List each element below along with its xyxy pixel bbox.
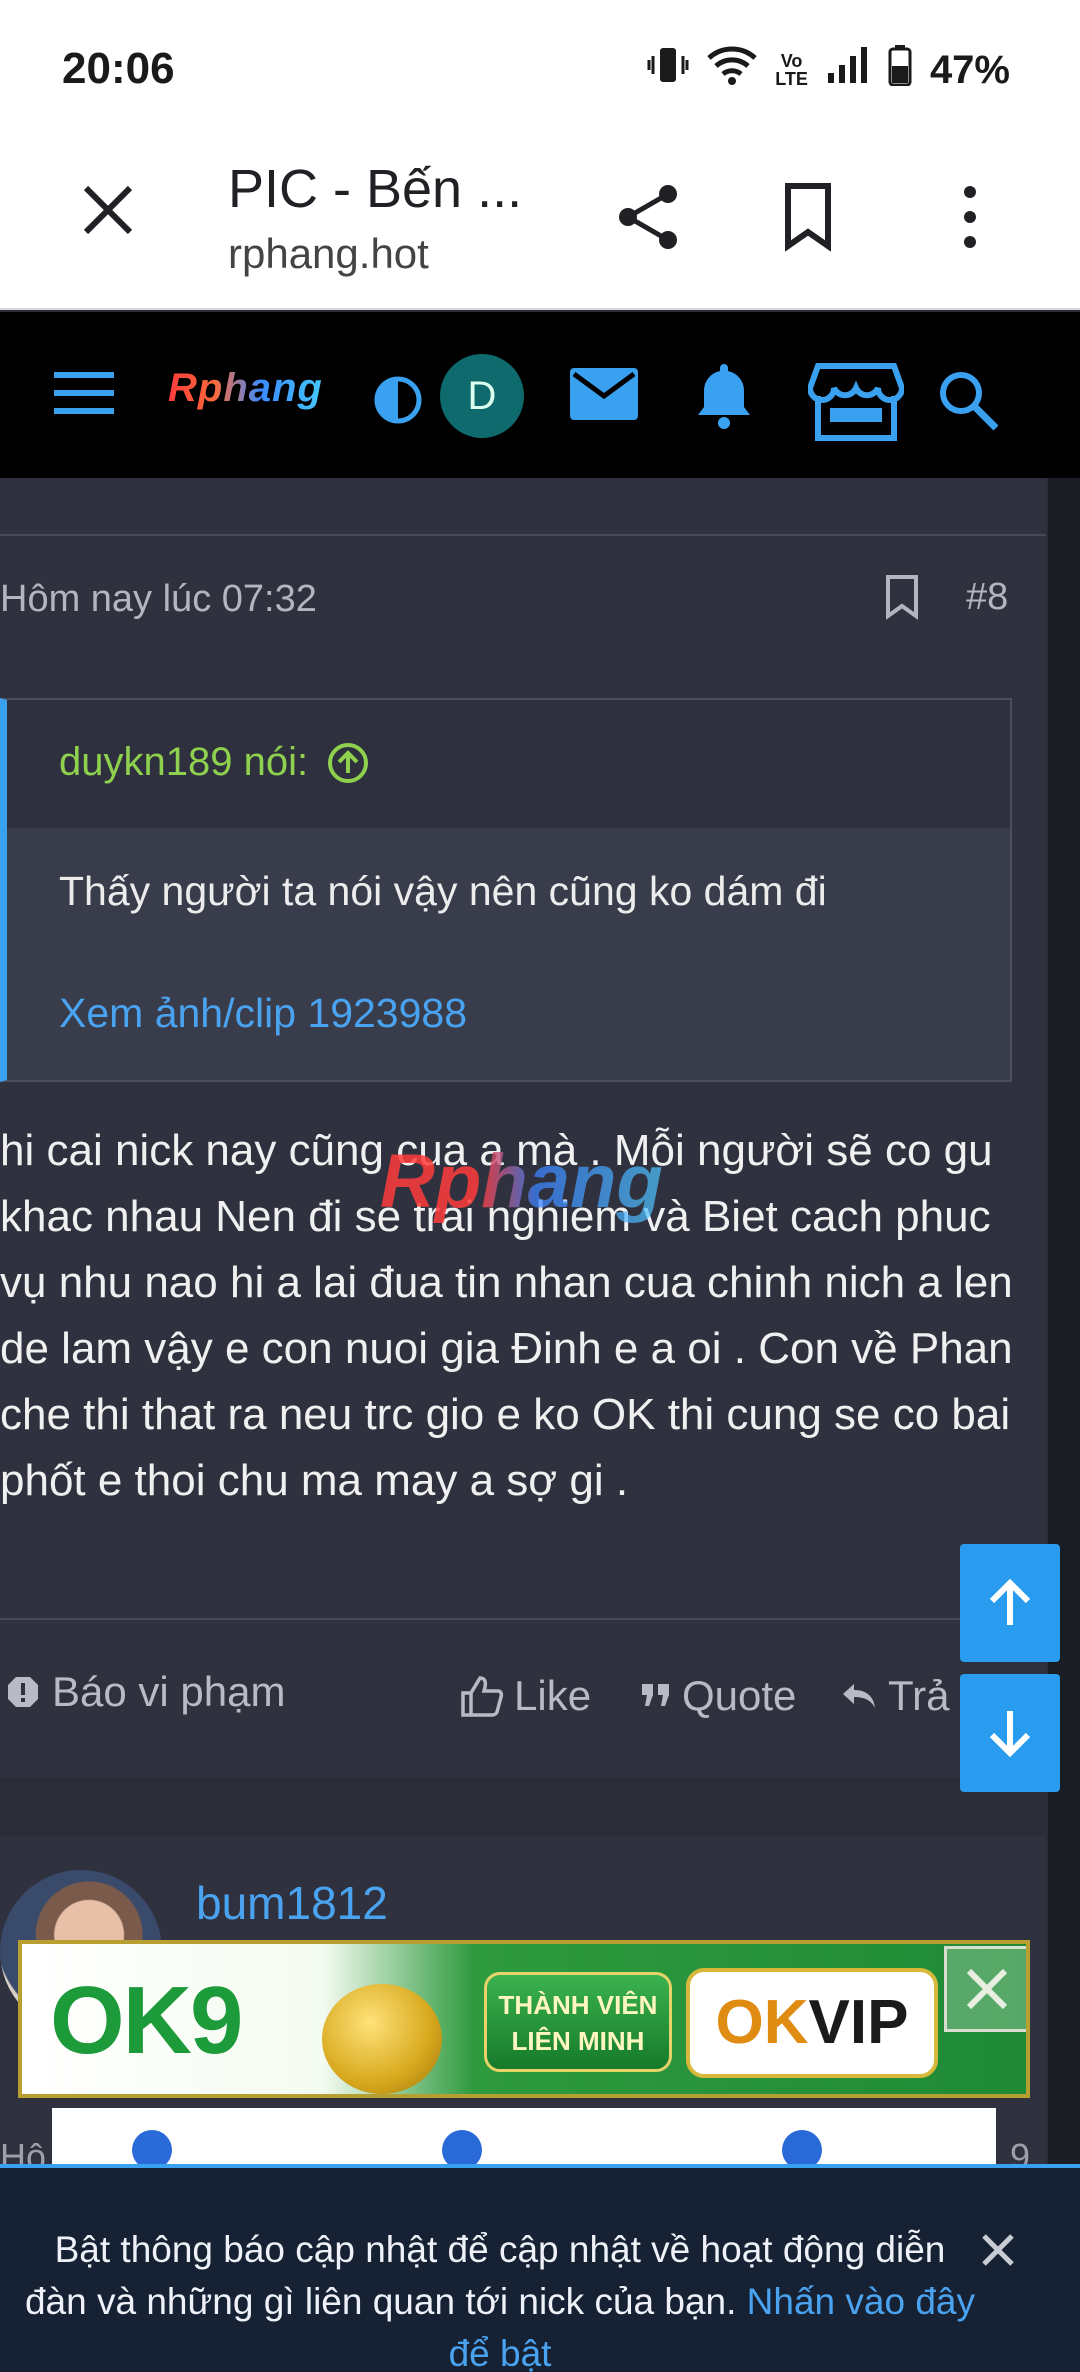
wifi-icon	[707, 44, 757, 96]
notification-message: Bật thông báo cập nhật để cập nhật về ho…	[20, 2224, 980, 2372]
contrast-icon	[374, 376, 422, 424]
signal-icon	[826, 45, 870, 95]
hamburger-icon	[54, 372, 114, 414]
status-bar: 20:06 Vo LTE 47%	[0, 0, 1080, 140]
site-logo[interactable]: Rphang	[168, 366, 323, 411]
reply-icon	[843, 1684, 875, 1708]
drop-icon	[433, 2121, 491, 2168]
arrow-up-circle-icon	[328, 742, 369, 783]
watermark-logo: Rphang	[380, 1139, 663, 1224]
reply-label: Trả	[888, 1672, 950, 1719]
ad-member-line1: THÀNH VIÊN	[498, 1990, 658, 2020]
drop-icon	[123, 2121, 181, 2168]
notification-close-button[interactable]	[976, 2228, 1020, 2277]
search-button[interactable]	[936, 368, 1000, 437]
divider	[0, 1618, 1046, 1620]
post-date[interactable]: Hôm nay lúc 07:32	[0, 578, 317, 621]
ad-vip-ok: OK	[715, 1988, 809, 2057]
close-icon	[966, 1968, 1008, 2010]
battery-icon	[888, 44, 912, 96]
browser-toolbar: PIC - Bến ... rphang.hot	[0, 140, 1080, 310]
volte-top-label: Vo	[780, 51, 803, 71]
like-label: Like	[514, 1672, 592, 1719]
post-bookmark-button[interactable]	[884, 574, 920, 625]
quote-text: Thấy người ta nói vậy nên cũng ko dám đi	[59, 868, 827, 914]
quote-author: duykn189 nói:	[59, 740, 309, 784]
page-title: PIC - Bến ...	[228, 159, 523, 219]
scroll-bottom-button[interactable]	[960, 1674, 1060, 1792]
arrow-down-icon	[989, 1711, 1031, 1758]
forum-post: Hôm nay lúc 07:32 #8 duykn189 nói: Thấy …	[0, 478, 1046, 1778]
messages-button[interactable]	[568, 366, 640, 427]
quote-label: Quote	[682, 1672, 797, 1719]
ad-banner[interactable]: OK9 THÀNH VIÊN LIÊN MINH OKVIP	[18, 1940, 1030, 2098]
share-icon	[619, 185, 677, 249]
coin-graphic	[322, 1984, 442, 2094]
ad-member-line2: LIÊN MINH	[511, 2026, 645, 2056]
ad-banner-secondary[interactable]	[52, 2108, 996, 2168]
ad-vip-text: VIP	[808, 1988, 909, 2057]
mail-icon	[570, 368, 638, 420]
push-notification-prompt: Bật thông báo cập nhật để cập nhật về ho…	[0, 2164, 1080, 2372]
quote-block: duykn189 nói: Thấy người ta nói vậy nên …	[0, 698, 1012, 1082]
ad-vip-badge: OKVIP	[686, 1968, 938, 2078]
status-icons: Vo LTE 47%	[647, 44, 1010, 96]
store-icon	[806, 363, 906, 441]
more-vert-icon	[964, 186, 976, 248]
quote-icon	[642, 1684, 669, 1706]
theme-toggle[interactable]	[372, 374, 424, 431]
ad-member-badge: THÀNH VIÊN LIÊN MINH	[484, 1972, 672, 2072]
alert-icon	[8, 1677, 38, 1707]
store-button[interactable]	[806, 362, 906, 447]
status-time: 20:06	[62, 44, 175, 93]
search-icon	[940, 372, 999, 431]
report-label: Báo vi phạm	[52, 1668, 286, 1715]
arrow-up-icon	[989, 1578, 1031, 1625]
like-button[interactable]: Like	[460, 1672, 591, 1720]
close-icon	[982, 2234, 1014, 2266]
notifications-button[interactable]	[692, 360, 756, 437]
ad-close-button[interactable]	[944, 1946, 1026, 2032]
share-button[interactable]	[612, 180, 686, 259]
reply-button[interactable]: Trả	[840, 1672, 949, 1720]
post-number[interactable]: #8	[966, 576, 1008, 619]
ad-brand: OK9	[50, 1967, 243, 2074]
scroll-top-button[interactable]	[960, 1544, 1060, 1662]
post-actions: Báo vi phạm Like Quote Trả	[0, 1668, 1046, 1728]
user-avatar[interactable]: D	[440, 354, 524, 438]
close-icon	[83, 185, 133, 235]
vibrate-icon	[647, 44, 689, 96]
report-button[interactable]: Báo vi phạm	[6, 1668, 285, 1716]
bookmark-icon	[785, 183, 831, 252]
post-username[interactable]: bum1812	[196, 1876, 388, 1930]
bookmark-button[interactable]	[778, 180, 838, 259]
thumbs-up-icon	[461, 1676, 504, 1717]
right-gutter	[1048, 478, 1080, 2372]
volte-icon: Vo LTE	[775, 52, 808, 88]
drop-icon	[773, 2121, 831, 2168]
bookmark-icon	[886, 575, 918, 620]
menu-button[interactable]	[52, 364, 116, 425]
site-navbar: Rphang D	[0, 312, 1080, 478]
volte-bottom-label: LTE	[775, 69, 808, 89]
battery-percent: 47%	[929, 47, 1010, 92]
quote-media-link[interactable]: Xem ảnh/clip 1923988	[59, 990, 467, 1037]
page-url[interactable]: rphang.hot	[228, 230, 429, 278]
quote-author-link[interactable]: duykn189 nói:	[59, 740, 370, 785]
quote-button[interactable]: Quote	[640, 1672, 796, 1720]
divider	[0, 534, 1046, 536]
close-tab-button[interactable]	[78, 180, 138, 240]
bell-icon	[698, 364, 750, 429]
more-options-button[interactable]	[950, 180, 990, 259]
